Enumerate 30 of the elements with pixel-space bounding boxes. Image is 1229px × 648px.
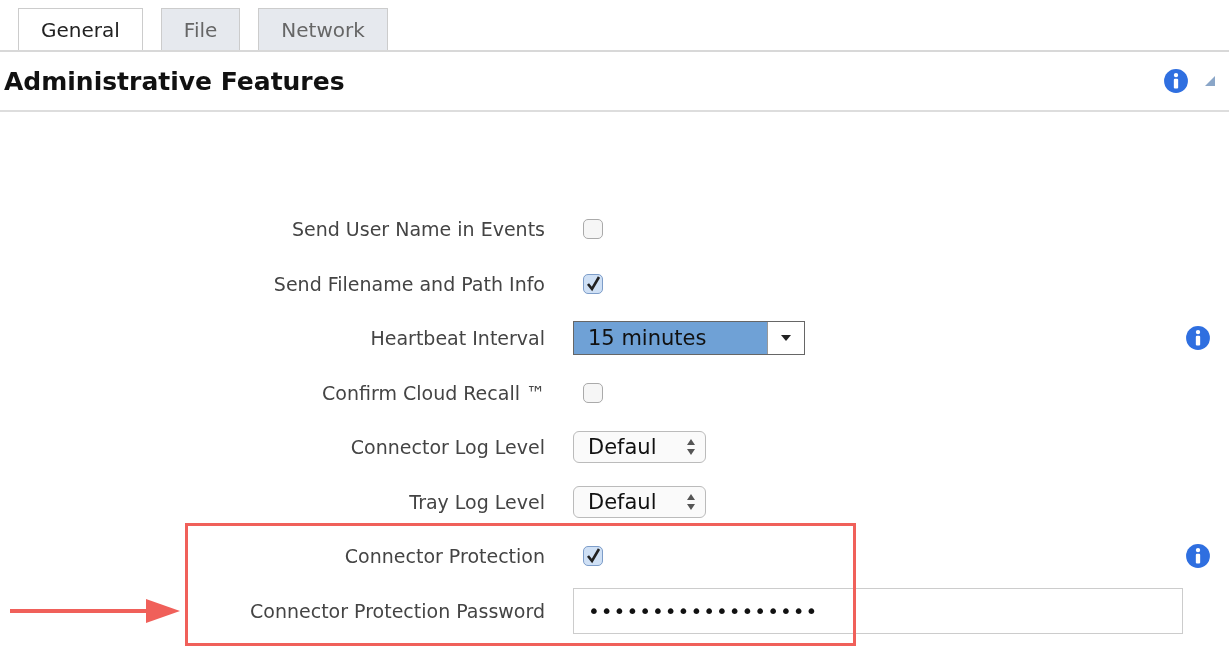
field-label: Heartbeat Interval	[370, 327, 545, 350]
checkbox[interactable]	[583, 219, 603, 240]
checkmark-icon	[585, 548, 601, 565]
tab[interactable]: Network	[258, 8, 388, 50]
field-label: Send Filename and Path Info	[273, 272, 545, 295]
password-field[interactable]: ••••••••••••••••••	[573, 587, 1183, 634]
checkbox[interactable]	[583, 382, 603, 403]
caret-icon	[781, 335, 791, 342]
checkbox[interactable]	[583, 273, 603, 294]
tab[interactable]: General	[18, 8, 143, 50]
tab[interactable]: File	[160, 8, 241, 50]
collapse-icon[interactable]	[1205, 76, 1215, 86]
info-icon[interactable]	[1163, 68, 1189, 94]
field-label: Connector Protection Password	[250, 599, 545, 622]
checkbox[interactable]	[583, 546, 603, 567]
stepper-arrows-icon	[686, 493, 695, 510]
stepper-arrows-icon	[686, 439, 695, 456]
field-label: Tray Log Level	[409, 490, 545, 513]
field-label: Connector Protection	[344, 545, 545, 568]
interval-dropdown[interactable]: 15 minutes	[573, 321, 805, 356]
log-level-select[interactable]: Defaul	[573, 431, 706, 464]
log-level-select[interactable]: Defaul	[573, 485, 706, 518]
info-icon[interactable]	[1185, 543, 1211, 570]
section-title: Administrative Features	[4, 66, 346, 96]
arrow-icon	[10, 597, 180, 625]
info-icon[interactable]	[1185, 325, 1211, 352]
field-label: Confirm Cloud Recall ™	[322, 381, 545, 404]
field-label: Send User Name in Events	[291, 218, 545, 241]
field-label: Connector Log Level	[350, 436, 545, 459]
checkmark-icon	[585, 275, 601, 292]
